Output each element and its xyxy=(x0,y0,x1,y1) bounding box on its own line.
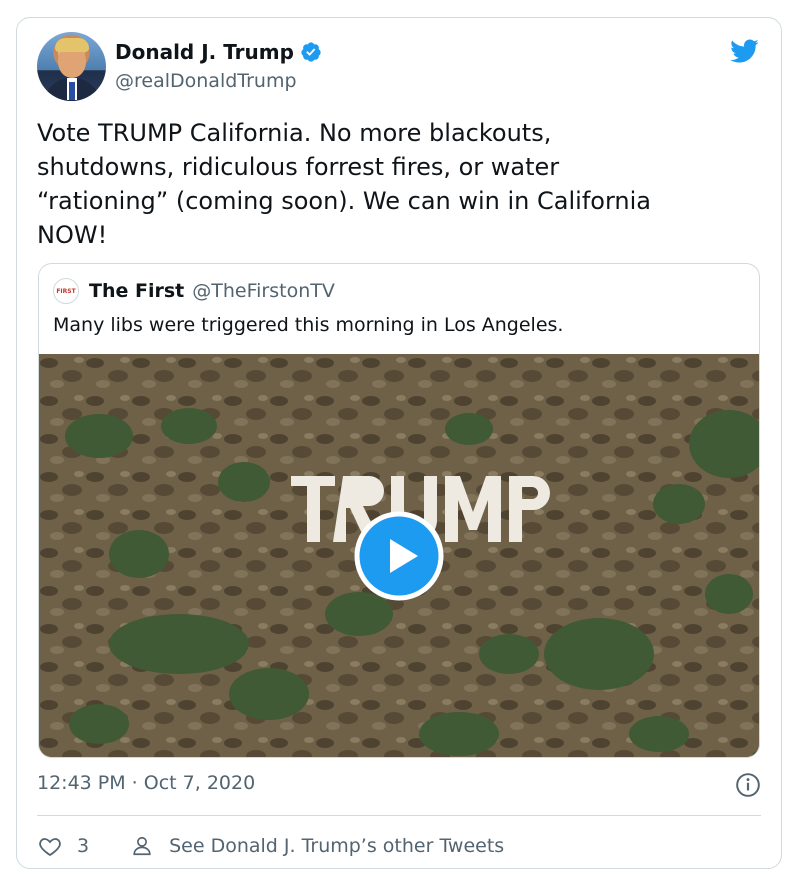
person-icon xyxy=(133,836,151,856)
tweet-timestamp[interactable]: 12:43 PM · Oct 7, 2020 xyxy=(37,772,255,794)
tweet-actions: 3 See Donald J. Trump’s other Tweets xyxy=(37,826,504,866)
author-avatar[interactable] xyxy=(37,32,106,101)
see-other-tweets-link[interactable]: See Donald J. Trump’s other Tweets xyxy=(169,835,504,857)
heart-icon[interactable] xyxy=(37,834,63,858)
quoted-account-handle[interactable]: @TheFirstonTV xyxy=(192,280,335,302)
twitter-bird-icon[interactable] xyxy=(727,36,761,66)
video-thumbnail[interactable] xyxy=(39,354,759,757)
quoted-tweet[interactable]: FIRST The First @TheFirstonTV Many libs … xyxy=(38,263,760,758)
author-handle[interactable]: @realDonaldTrump xyxy=(115,70,297,92)
author-name[interactable]: Donald J. Trump xyxy=(115,40,294,64)
quoted-account-name[interactable]: The First xyxy=(89,280,184,302)
tweet-card: Donald J. Trump @realDonaldTrump Vote TR… xyxy=(16,17,782,869)
divider xyxy=(37,815,761,816)
info-icon[interactable] xyxy=(735,772,761,798)
like-count[interactable]: 3 xyxy=(77,835,89,857)
verified-badge-icon xyxy=(301,42,321,62)
quoted-tweet-header: FIRST The First @TheFirstonTV xyxy=(53,278,335,304)
play-icon[interactable] xyxy=(354,511,444,601)
quoted-account-logo[interactable]: FIRST xyxy=(53,278,79,304)
author-name-row[interactable]: Donald J. Trump xyxy=(115,40,322,64)
tweet-text: Vote TRUMP California. No more blackouts… xyxy=(37,119,651,249)
quoted-tweet-text: Many libs were triggered this morning in… xyxy=(53,314,564,336)
